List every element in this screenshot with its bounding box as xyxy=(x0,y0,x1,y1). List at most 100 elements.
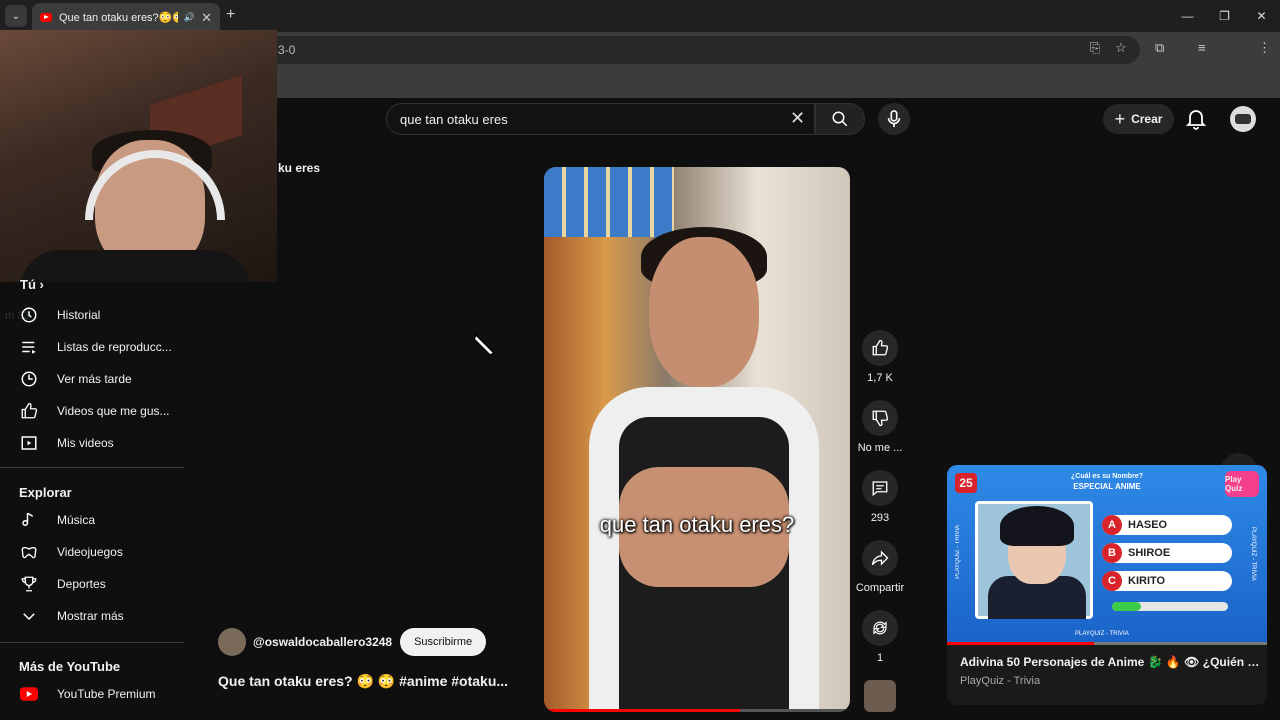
sidebar-item-historial[interactable]: Historial xyxy=(0,299,184,331)
remix-icon xyxy=(873,621,887,635)
remix-button[interactable] xyxy=(862,610,898,646)
speaker-icon[interactable]: 🔊 xyxy=(184,12,195,23)
short-title[interactable]: Que tan otaku eres? 😳 😳 #anime #otaku... xyxy=(218,673,508,690)
sidebar-item-show-more[interactable]: Mostrar más xyxy=(0,600,184,632)
dislike-action: No me ... xyxy=(855,400,905,454)
card-progress-bar xyxy=(947,642,1267,645)
youtube-premium-icon xyxy=(20,687,38,701)
sidebar-item-label: Historial xyxy=(57,308,101,322)
side-text-right: PLAYQUIZ - TRIVIA xyxy=(1250,527,1256,581)
media-queue-icon[interactable]: ≡ xyxy=(1198,40,1206,55)
side-text-left: PLAYQUIZ - TRIVIA xyxy=(955,525,961,579)
quiz-option-c: C KIRITO xyxy=(1102,571,1232,591)
share-button[interactable] xyxy=(862,540,898,576)
search-button[interactable] xyxy=(815,103,865,135)
sidebar-item-label: Música xyxy=(57,513,96,527)
channel-avatar[interactable] xyxy=(218,628,246,656)
trophy-icon xyxy=(21,576,37,592)
thumb-up-icon xyxy=(21,402,38,419)
new-tab-plus-icon[interactable]: + xyxy=(226,6,235,24)
dislike-button[interactable] xyxy=(862,400,898,436)
quiz-number: 25 xyxy=(955,473,977,493)
short-video-player[interactable]: que tan otaku eres? xyxy=(544,167,850,712)
remix-action: 1 xyxy=(855,610,905,664)
comment-count: 293 xyxy=(870,512,890,524)
sidebar-divider xyxy=(0,642,184,643)
omnibox[interactable]: 3-0 xyxy=(260,36,1140,64)
microphone-icon xyxy=(887,110,901,128)
install-app-icon[interactable]: ⎘ xyxy=(1090,40,1100,56)
extensions-puzzle-icon[interactable]: ⧉ xyxy=(1155,40,1164,56)
sidebar-more-heading: Más de YouTube xyxy=(19,659,121,674)
quiz-option-b: B SHIROE xyxy=(1102,543,1232,563)
sidebar-item-sports[interactable]: Deportes xyxy=(0,568,184,600)
like-count: 1,7 K xyxy=(867,372,893,384)
sidebar-item-label: Videos que me gus... xyxy=(57,404,170,418)
music-note-icon xyxy=(22,512,34,526)
comment-icon xyxy=(872,481,888,497)
sidebar-item-label: Ver más tarde xyxy=(57,372,132,386)
sidebar-item-music[interactable]: Música xyxy=(0,504,184,536)
window-close-icon[interactable]: ✕ xyxy=(1243,0,1280,32)
video-caption: que tan otaku eres? xyxy=(599,512,795,537)
recommended-video-card[interactable]: 25 ¿Cuál es su Nombre? ESPECIAL ANIME Pl… xyxy=(947,465,1267,705)
subscribe-button[interactable]: Suscribirme xyxy=(400,628,487,656)
sidebar-item-my-videos[interactable]: Mis videos xyxy=(0,427,184,459)
more-menu-icon[interactable]: ⋮ xyxy=(1258,40,1271,56)
tab-close-icon[interactable]: ✕ xyxy=(201,10,212,26)
tab-search-chevron-icon[interactable]: ⌄ xyxy=(5,5,27,27)
sidebar-item-label: YouTube Premium xyxy=(57,687,156,701)
video-progress-bar[interactable] xyxy=(544,709,850,712)
playlist-icon xyxy=(22,341,36,354)
sidebar-explore-heading: Explorar xyxy=(19,485,72,500)
share-action: Compartir xyxy=(855,540,905,594)
card-channel[interactable]: PlayQuiz - Trivia xyxy=(960,675,1040,687)
minimize-icon[interactable]: — xyxy=(1169,0,1206,32)
card-progress-fill xyxy=(947,642,1095,645)
sidebar-item-gaming[interactable]: Videojuegos xyxy=(0,536,184,568)
dislike-label: No me ... xyxy=(857,442,903,454)
youtube-favicon-icon xyxy=(40,13,52,22)
sidebar-item-label: Listas de reproducc... xyxy=(57,340,172,354)
plus-icon: + xyxy=(1114,108,1126,129)
account-avatar[interactable] xyxy=(1230,106,1256,132)
browser-tab-active[interactable]: Que tan otaku eres?😳😳 🔊 ✕ xyxy=(32,3,220,32)
sidebar-item-youtube-premium[interactable]: YouTube Premium xyxy=(0,678,184,710)
channel-name[interactable]: @oswaldocaballero3248 xyxy=(253,635,392,649)
notifications-bell-icon[interactable] xyxy=(1186,108,1206,130)
like-button[interactable] xyxy=(862,330,898,366)
sidebar-item-watch-later[interactable]: Ver más tarde xyxy=(0,363,184,395)
play-square-icon xyxy=(21,436,37,450)
comments-button[interactable] xyxy=(862,470,898,506)
window-controls: — ❐ ✕ xyxy=(1169,0,1280,32)
gamepad-icon xyxy=(21,546,37,559)
sidebar-item-label: Videojuegos xyxy=(57,545,123,559)
card-title[interactable]: Adivina 50 Personajes de Anime 🐉 🔥 👁 ¿Qu… xyxy=(960,655,1260,669)
sound-thumbnail[interactable] xyxy=(864,680,896,712)
video-thumbnail: 25 ¿Cuál es su Nombre? ESPECIAL ANIME Pl… xyxy=(947,465,1267,645)
sidebar-divider xyxy=(0,467,184,468)
thumb-up-icon xyxy=(872,339,889,356)
channel-row: @oswaldocaballero3248 Suscribirme xyxy=(218,628,487,656)
clear-search-icon[interactable]: ✕ xyxy=(790,108,805,129)
quiz-character-image xyxy=(975,501,1093,619)
search-input[interactable]: que tan otaku eres xyxy=(386,103,815,135)
quiz-timer-bar xyxy=(1112,602,1228,611)
clock-icon xyxy=(21,371,37,387)
bookmark-star-icon[interactable]: ☆ xyxy=(1115,40,1127,56)
voice-search-button[interactable] xyxy=(878,103,910,135)
create-button[interactable]: + Crear xyxy=(1103,104,1174,134)
webcam-overlay xyxy=(0,30,277,282)
sidebar-item-playlists[interactable]: Listas de reproducc... xyxy=(0,331,184,363)
restore-icon[interactable]: ❐ xyxy=(1206,0,1243,32)
partial-heading: ku eres xyxy=(278,161,321,175)
sidebar-you-heading[interactable]: Tú › xyxy=(20,277,44,292)
sidebar-item-liked-videos[interactable]: Videos que me gus... xyxy=(0,395,184,427)
sidebar-item-label: Mostrar más xyxy=(57,609,124,623)
thumb-down-icon xyxy=(872,410,889,427)
video-person xyxy=(589,197,819,712)
playquiz-logo: Play Quiz xyxy=(1225,471,1259,497)
tab-title: Que tan otaku eres?😳😳 xyxy=(59,12,178,24)
remix-count: 1 xyxy=(876,652,884,664)
search-icon xyxy=(832,111,848,127)
